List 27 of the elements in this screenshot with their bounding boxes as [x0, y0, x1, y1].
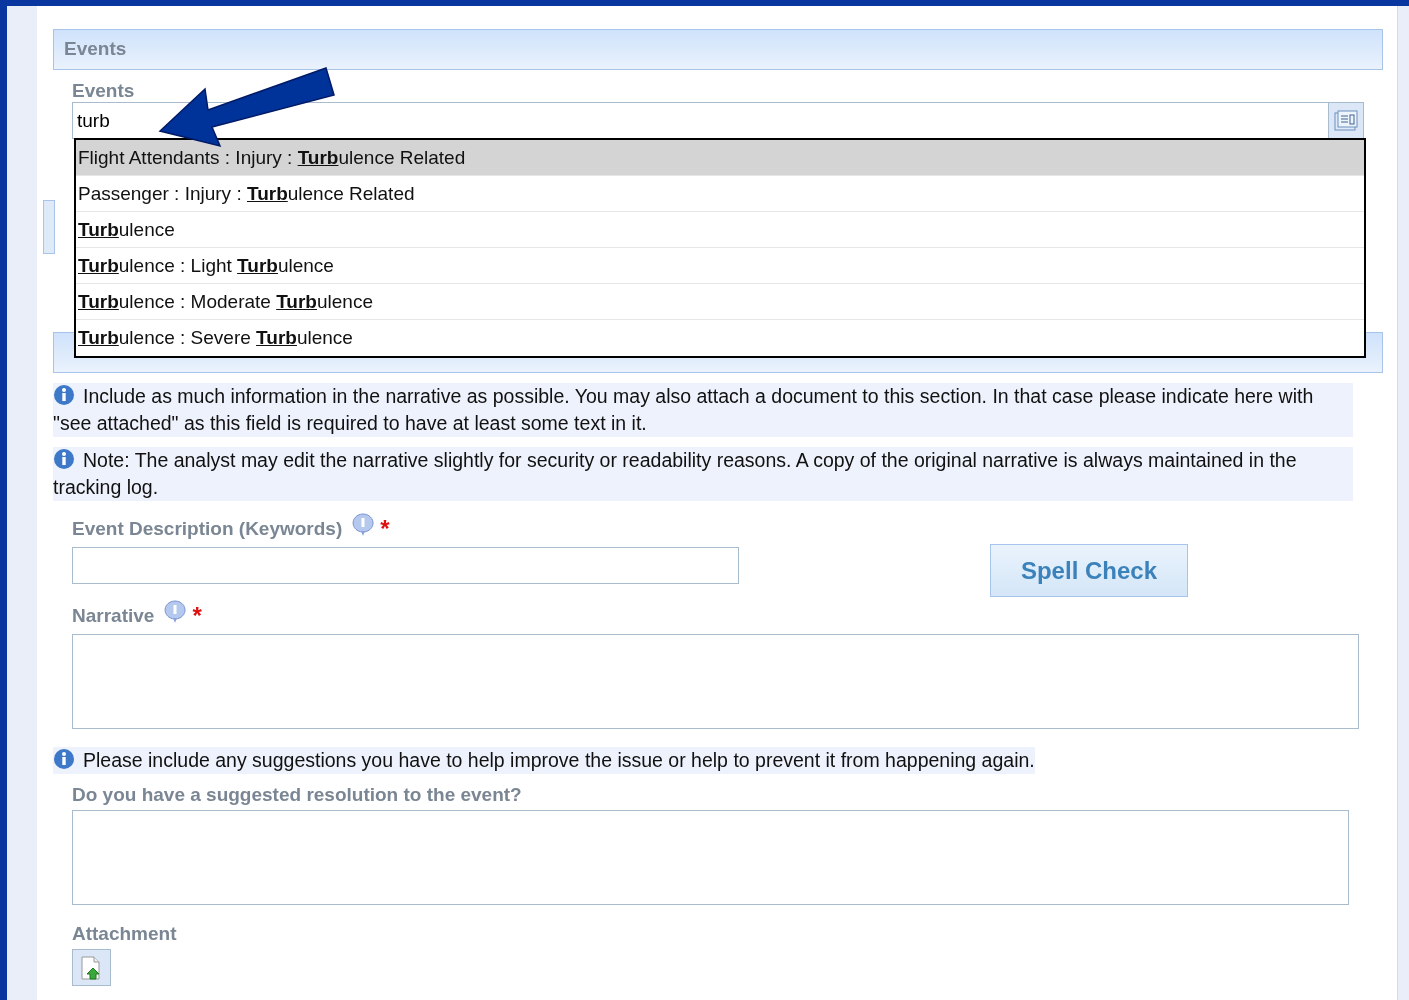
info-note: Please include any suggestions you have to help improve the issue or help to prevent it from happening again. [53, 747, 1035, 774]
suggestion-item[interactable]: Passenger : Injury : Turbulence Related [76, 176, 1364, 212]
field-label: Attachment [71, 923, 178, 945]
info-icon [53, 448, 75, 470]
required-mark: * [380, 515, 390, 543]
info-note: Include as much information in the narrative as possible. You may also attach a document to this section. In that case please indicate here with "see attached" as this field is required to have at least some text in it. [53, 383, 1353, 437]
help-balloon-icon[interactable] [352, 513, 375, 537]
field-label: Event Description (Keywords) [72, 518, 343, 540]
suggestion-item[interactable]: Turbulence [76, 212, 1364, 248]
required-mark: * [192, 602, 202, 630]
field-label: Narrative [72, 605, 155, 627]
info-icon [53, 748, 75, 770]
suggestion-item[interactable]: Flight Attendants : Injury : Turbulence Related [76, 140, 1364, 176]
info-icon [53, 384, 75, 406]
field-label: Events [72, 80, 136, 102]
help-balloon-icon[interactable] [164, 600, 187, 624]
narrative-field[interactable] [72, 634, 1359, 729]
upload-button[interactable] [72, 949, 111, 986]
suggestion-item[interactable]: Turbulence : Moderate Turbulence [76, 284, 1364, 320]
suggestion-item[interactable]: Turbulence : Severe Turbulence [76, 320, 1364, 356]
resolution-field[interactable] [72, 810, 1349, 905]
button-edge [43, 200, 55, 254]
description-field[interactable] [72, 547, 739, 584]
suggestion-item[interactable]: Turbulence : Light Turbulence [76, 248, 1364, 284]
info-note: Note: The analyst may edit the narrative slightly for security or readability reasons. A copy of the original narrative is always maintained in the tracking log. [53, 447, 1353, 501]
field-label: Do you have a suggested resolution to the event? [71, 784, 523, 806]
section-header: Events [53, 29, 1383, 70]
